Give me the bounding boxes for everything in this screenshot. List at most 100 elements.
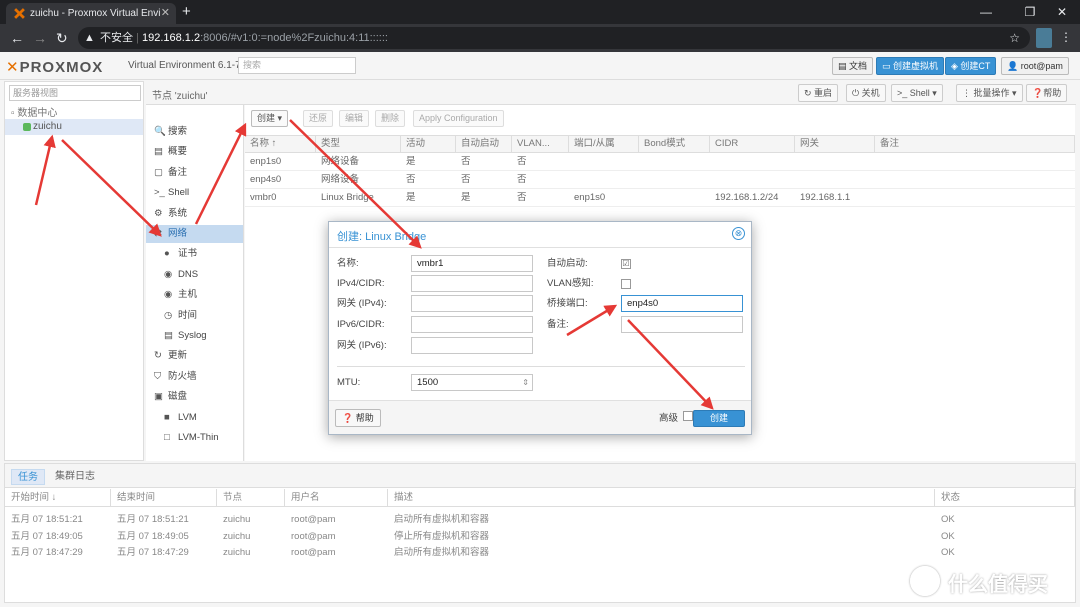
new-tab-button[interactable]: +	[182, 3, 191, 21]
close-icon[interactable]: ⊗	[732, 227, 745, 240]
menu-item[interactable]: ▤ Syslog	[146, 327, 243, 345]
column-header[interactable]: CIDR	[710, 136, 795, 152]
log-column-header[interactable]: 结束时间	[111, 489, 217, 506]
tab-close-icon[interactable]: ✕	[161, 3, 170, 24]
menu-item[interactable]: 🔍 搜索	[146, 123, 243, 141]
forward-arrow-icon[interactable]: →	[33, 29, 47, 47]
menu-item[interactable]: ⛉ 防火墙	[146, 368, 243, 386]
view-select[interactable]: 服务器视图	[9, 85, 141, 101]
menu-item[interactable]: ▣ 磁盘	[146, 388, 243, 406]
advanced-label: 高级	[659, 413, 679, 424]
menu-item[interactable]: □ LVM-Thin	[146, 429, 243, 447]
column-header[interactable]: 网关	[795, 136, 875, 152]
log-row[interactable]: 五月 07 18:51:21 五月 07 18:51:21 zuichu root@p…	[5, 512, 1075, 528]
create-button[interactable]: 创建	[693, 410, 745, 427]
menu-item-icon: ↻	[154, 350, 162, 362]
log-column-header[interactable]: 用户名	[285, 489, 388, 506]
gateway-ipv6-field[interactable]	[411, 337, 533, 354]
log-row[interactable]: 五月 07 18:49:05 五月 07 18:49:05 zuichu root@p…	[5, 529, 1075, 545]
gateway-ipv4-label: 网关 (IPv4):	[337, 298, 387, 309]
tree-datacenter[interactable]: ▫ 数据中心	[11, 104, 57, 119]
menu-item[interactable]: >_ Shell	[146, 184, 243, 202]
remove-button[interactable]: 删除	[375, 110, 406, 127]
search-input[interactable]: 搜索	[238, 57, 356, 74]
log-row[interactable]: 五月 07 18:47:29 五月 07 18:47:29 zuichu root@p…	[5, 545, 1075, 561]
column-header[interactable]: 备注	[875, 136, 1075, 152]
comment-field[interactable]	[621, 316, 743, 333]
bookmark-star-icon[interactable]: ☆	[1009, 27, 1020, 49]
close-window-button[interactable]: ✕	[1044, 0, 1080, 24]
terminal-icon: >_	[897, 88, 910, 98]
table-row[interactable]: enp1s0 网络设备 是 否 否	[245, 154, 1075, 171]
menu-item-label: 防火墙	[168, 370, 197, 382]
docs-button[interactable]: ▤ 文档	[832, 57, 874, 75]
table-row[interactable]: enp4s0 网络设备 否 否 否	[245, 172, 1075, 189]
vlan-aware-label: VLAN感知:	[547, 278, 594, 289]
table-row[interactable]: vmbr0 Linux Bridge 是 是 否 enp1s0 192.168.1.2/24…	[245, 190, 1075, 207]
menu-item[interactable]: ■ LVM	[146, 409, 243, 427]
ipv4-cidr-field[interactable]	[411, 275, 533, 292]
apply-configuration-button[interactable]: Apply Configuration	[413, 110, 504, 127]
menu-item[interactable]: ◷ 时间	[146, 307, 243, 325]
log-column-header[interactable]: 节点	[217, 489, 285, 506]
column-header[interactable]: VLAN...	[512, 136, 569, 152]
autostart-checkbox[interactable]: ☑	[621, 259, 631, 269]
back-arrow-icon[interactable]: ←	[10, 29, 24, 47]
user-menu-button[interactable]: 👤 root@pam	[1001, 57, 1069, 75]
column-header[interactable]: 类型	[316, 136, 401, 152]
menu-item-icon: ◉	[164, 268, 173, 280]
address-bar[interactable]: ▲ 不安全 | 192.168.1.2:8006/#v1:0:=node%2Fz…	[78, 27, 1030, 49]
column-header[interactable]: 活动	[401, 136, 456, 152]
help-button[interactable]: ❓帮助	[1026, 84, 1068, 102]
column-header[interactable]: 名称 ↑	[245, 136, 316, 152]
maximize-button[interactable]: ❐	[1012, 0, 1048, 24]
menu-item[interactable]: ◉ DNS	[146, 266, 243, 284]
tree-node-zuichu[interactable]: zuichu	[5, 119, 143, 135]
bridge-ports-field[interactable]: enp4s0	[621, 295, 743, 312]
table-cell: 192.168.1.1	[800, 192, 851, 203]
menu-item[interactable]: ● 证书	[146, 245, 243, 263]
menu-dots-icon[interactable]: ⋮	[1060, 30, 1072, 44]
log-tabs: 任务 集群日志	[5, 464, 1075, 488]
ipv6-cidr-field[interactable]	[411, 316, 533, 333]
spinner-icon[interactable]: ⇕	[522, 375, 529, 390]
menu-item[interactable]: ▢ 备注	[146, 164, 243, 182]
log-column-header[interactable]: 状态	[935, 489, 1075, 506]
shutdown-button[interactable]: ⏻ 关机	[846, 84, 886, 102]
minimize-button[interactable]: —	[968, 0, 1004, 24]
dialog-help-button[interactable]: ❓ 帮助	[335, 409, 381, 427]
menu-item-label: 概要	[168, 146, 188, 158]
browser-tab[interactable]: zuichu - Proxmox Virtual Envi ✕	[6, 3, 176, 24]
reload-icon[interactable]: ↻	[56, 29, 68, 47]
shell-button[interactable]: >_ Shell ▾	[891, 84, 943, 102]
column-header[interactable]: 端口/从属	[569, 136, 639, 152]
column-header[interactable]: 自动启动	[456, 136, 512, 152]
advanced-checkbox[interactable]	[683, 411, 693, 421]
revert-button[interactable]: 还原	[303, 110, 334, 127]
gateway-ipv4-field[interactable]	[411, 295, 533, 312]
vlan-aware-checkbox[interactable]	[621, 279, 631, 289]
menu-item[interactable]: ◉ 主机	[146, 286, 243, 304]
menu-item[interactable]: ↻ 更新	[146, 347, 243, 365]
tab-cluster-log[interactable]: 集群日志	[49, 469, 101, 485]
mtu-field[interactable]: 1500 ⇕	[411, 374, 533, 391]
menu-item[interactable]: ▤ 概要	[146, 143, 243, 161]
gateway-ipv6-label: 网关 (IPv6):	[337, 340, 387, 351]
create-dropdown-button[interactable]: 创建 ▾	[251, 110, 289, 127]
bulk-actions-button[interactable]: ⋮ 批量操作 ▾	[956, 84, 1023, 102]
menu-item-label: 磁盘	[168, 391, 188, 403]
log-column-header[interactable]: 描述	[388, 489, 935, 506]
create-vm-button[interactable]: ▭ 创建虚拟机	[876, 57, 945, 75]
ipv4-label: IPv4/CIDR:	[337, 278, 385, 289]
extension-icon[interactable]	[1036, 28, 1052, 48]
edit-button[interactable]: 编辑	[339, 110, 370, 127]
log-cell: 启动所有虚拟机和容器	[394, 547, 490, 558]
log-column-header[interactable]: 开始时间 ↓	[5, 489, 111, 506]
menu-item[interactable]: ⇄ 网络	[146, 225, 243, 243]
name-field[interactable]: vmbr1	[411, 255, 533, 272]
column-header[interactable]: Bond模式	[639, 136, 710, 152]
tab-tasks[interactable]: 任务	[11, 469, 45, 485]
reboot-button[interactable]: ↻ 重启	[798, 84, 839, 102]
menu-item[interactable]: ⚙ 系统	[146, 205, 243, 223]
create-ct-button[interactable]: ◈ 创建CT	[945, 57, 997, 75]
